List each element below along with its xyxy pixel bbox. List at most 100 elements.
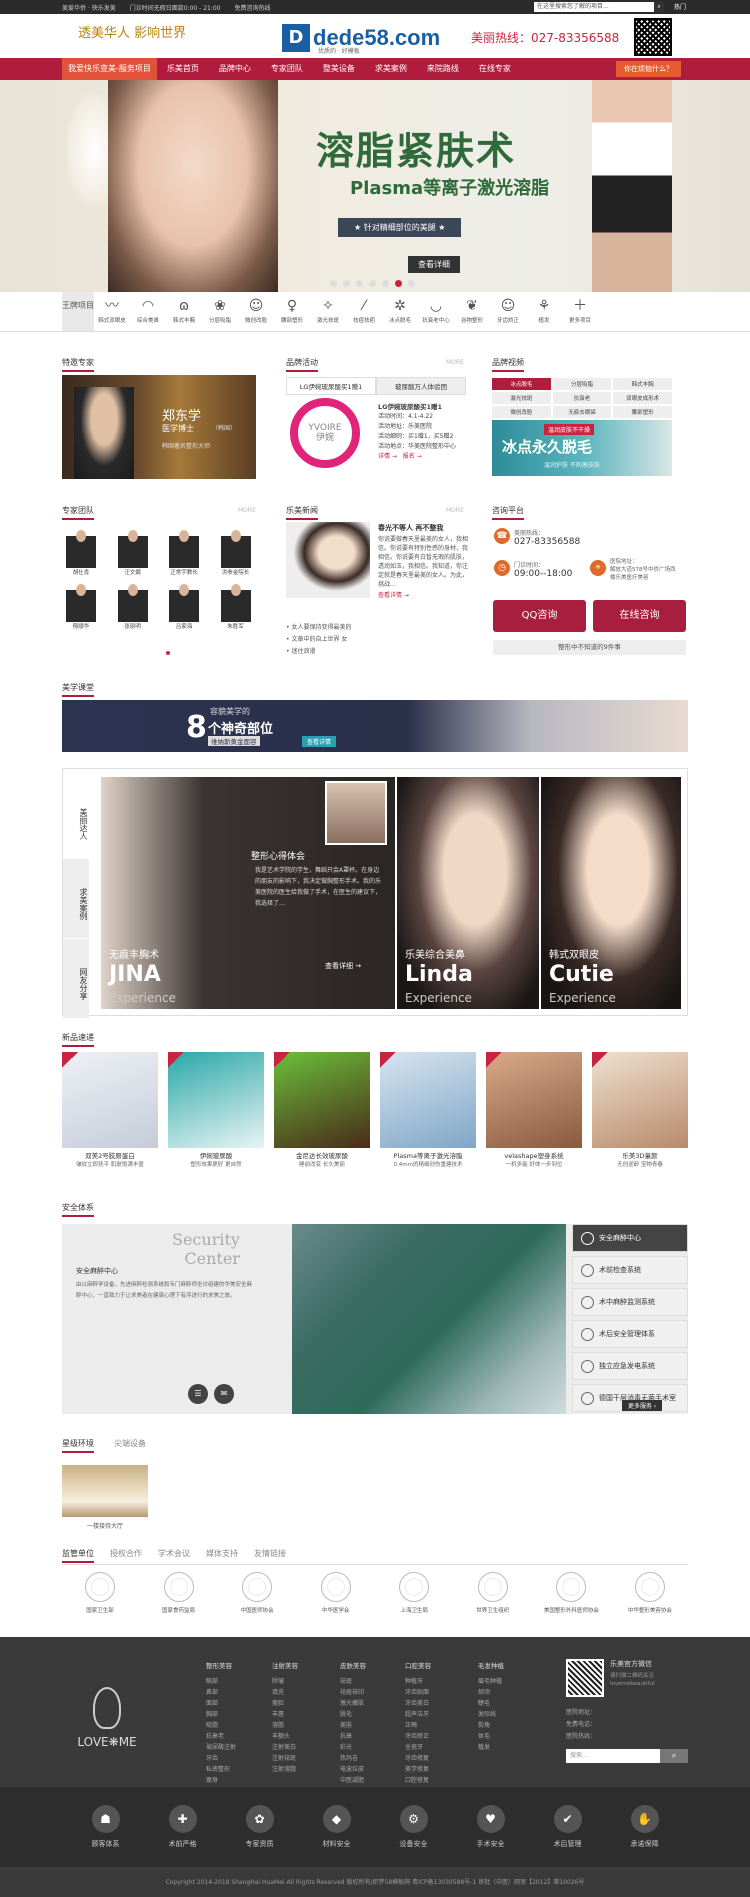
safety-item[interactable]: 术前检查系统 xyxy=(572,1256,688,1284)
banner-detail-button[interactable]: 查看详细 xyxy=(408,256,460,273)
category-item[interactable]: 〰韩式双眼皮 xyxy=(94,292,130,331)
footer-link[interactable]: 填充 xyxy=(272,1687,298,1698)
carousel-dot[interactable] xyxy=(343,280,350,287)
footer-link[interactable]: 丰唇 xyxy=(272,1709,298,1720)
category-item[interactable]: ☺ 微创改脸 xyxy=(238,292,274,331)
env-photo[interactable] xyxy=(62,1465,148,1517)
product-card[interactable]: 乐美3D童颜 无创逆龄 宝物青春 xyxy=(592,1052,688,1168)
hot-link[interactable]: 热门 xyxy=(674,2,686,11)
safety-item[interactable]: 术后安全管理体系 xyxy=(572,1320,688,1348)
list-icon[interactable]: ☰ xyxy=(188,1384,208,1404)
team-member[interactable]: 汪文娟 xyxy=(117,528,148,576)
search-icon[interactable]: ⌕ xyxy=(654,2,664,12)
nav-online-expert[interactable]: 在线专家 xyxy=(469,58,521,80)
video-tab[interactable]: 分层吸脂 xyxy=(552,378,612,390)
team-member[interactable]: 吕家海 xyxy=(169,582,199,630)
footer-link[interactable]: 注射祛斑 xyxy=(272,1753,298,1764)
carousel-dot[interactable] xyxy=(408,280,415,287)
nav-services[interactable]: 我爱快乐变美-服务项目 xyxy=(62,58,157,80)
video-tab[interactable]: 韩式丰胸 xyxy=(613,378,672,390)
story-panel-linda[interactable]: 乐美综合美鼻 Linda Experience xyxy=(397,777,539,1009)
ask-button[interactable]: 你在烦恼什么？ xyxy=(616,61,681,77)
footer-link[interactable]: 美学修复 xyxy=(405,1764,431,1775)
video-tab[interactable]: 冰点脱毛 xyxy=(492,378,551,390)
footer-link[interactable]: 祛痘祛印 xyxy=(340,1687,366,1698)
product-card[interactable]: 伊婉玻尿酸 塑形效果更好 更自然 xyxy=(168,1052,264,1168)
category-item[interactable]: ✧ 激光祛斑 xyxy=(310,292,346,331)
category-item[interactable]: ❦ 谷物整形 xyxy=(454,292,490,331)
nav-cases[interactable]: 求美案例 xyxy=(365,58,417,80)
partner-item[interactable]: 中国医师协会 xyxy=(219,1572,295,1614)
partner-item[interactable]: 国家卫生部 xyxy=(62,1572,138,1614)
footer-link[interactable]: 电波拉皮 xyxy=(340,1764,366,1775)
chat-icon[interactable]: ✉ xyxy=(214,1384,234,1404)
footer-link[interactable]: 瘦脸 xyxy=(272,1698,298,1709)
footer-link[interactable]: 私密整形 xyxy=(206,1764,236,1775)
site-logo[interactable]: D dede58.com 优质的 · 好模板 xyxy=(282,24,440,55)
guarantee-item[interactable]: ✔ 术后管理 xyxy=(546,1805,590,1867)
safety-item[interactable]: 术中麻醉监测系统 xyxy=(572,1288,688,1316)
top-link-3[interactable]: 免费咨询热线 xyxy=(234,3,270,12)
category-item[interactable]: ⚘ 植发 xyxy=(526,292,562,331)
footer-link[interactable]: 植发 xyxy=(478,1742,504,1753)
nav-experts[interactable]: 专家团队 xyxy=(261,58,313,80)
team-member[interactable]: 张丽明 xyxy=(117,582,148,630)
category-item[interactable]: ＋ 更多项目 xyxy=(562,292,598,331)
news-item[interactable]: • 文章中的自上世界 女 xyxy=(286,634,466,646)
footer-link[interactable]: 发际线 xyxy=(478,1709,504,1720)
footer-link[interactable]: 注射溶脂 xyxy=(272,1764,298,1775)
category-item[interactable]: ♀ 腰部塑形 xyxy=(274,292,310,331)
tab-beauty-stars[interactable]: 美丽达人 xyxy=(63,779,89,859)
footer-link[interactable]: 牙齿美白 xyxy=(405,1698,431,1709)
video-tab[interactable]: 双眼皮成形术 xyxy=(613,392,672,404)
footer-link[interactable]: 脱毛 xyxy=(340,1709,366,1720)
footer-link[interactable]: 溶脂 xyxy=(272,1720,298,1731)
partner-tab[interactable]: 监管单位 xyxy=(62,1548,94,1563)
footer-link[interactable]: 牙齿 xyxy=(206,1753,236,1764)
footer-link[interactable]: 鼻部 xyxy=(206,1687,236,1698)
partner-tab[interactable]: 媒体支持 xyxy=(206,1548,238,1563)
safety-item[interactable]: 安全麻醉中心 xyxy=(572,1224,688,1252)
news-item[interactable]: • 女人要保持变得最美的 xyxy=(286,622,466,634)
product-card[interactable]: 金尼达长效玻尿酸 睡前改变 长久美丽 xyxy=(274,1052,370,1168)
guarantee-item[interactable]: ◆ 材料安全 xyxy=(315,1805,359,1867)
category-item[interactable]: ◡ 抗衰老中心 xyxy=(418,292,454,331)
team-member[interactable]: 郁顺华 xyxy=(66,582,96,630)
footer-link[interactable]: 除皱 xyxy=(272,1676,298,1687)
footer-link[interactable]: 玻尿酸注射 xyxy=(206,1742,236,1753)
story-panel-cutie[interactable]: 韩式双眼皮 Cutie Experience xyxy=(541,777,681,1009)
category-item[interactable]: ✲ 冰点脱毛 xyxy=(382,292,418,331)
footer-logo[interactable]: LOVE❋ME xyxy=(72,1687,142,1757)
promo-banner[interactable]: 容貌美学的 8 个神奇部位 维纳斯黄金面容 查看详情 xyxy=(62,700,688,752)
news-headline[interactable]: 春光不等人 再不整我 xyxy=(378,524,470,533)
footer-link[interactable]: 面部 xyxy=(206,1698,236,1709)
partner-tab[interactable]: 学术会议 xyxy=(158,1548,190,1563)
team-member[interactable]: 朱胜军 xyxy=(220,582,251,630)
team-member[interactable]: 正常宇教长 xyxy=(169,528,199,576)
video-tab[interactable]: 抗衰老 xyxy=(552,392,612,404)
footer-search-input[interactable]: 搜索... xyxy=(566,1749,660,1763)
footer-link[interactable]: 超声洁牙 xyxy=(405,1709,431,1720)
footer-link[interactable]: 口腔修复 xyxy=(405,1775,431,1786)
partner-item[interactable]: 世界卫生组织 xyxy=(455,1572,531,1614)
footer-link[interactable]: 彩光 xyxy=(340,1742,366,1753)
team-page-dot[interactable] xyxy=(166,651,170,655)
category-item[interactable]: ❀ 分层吸脂 xyxy=(202,292,238,331)
video-tab[interactable]: 腰部塑形 xyxy=(613,406,672,418)
footer-link[interactable]: 鬓角 xyxy=(478,1720,504,1731)
footer-link[interactable]: 热玛吉 xyxy=(340,1753,366,1764)
product-card[interactable]: 双美2号胶原蛋白 皱纹立即抚平 肌肤饱满丰盈 xyxy=(62,1052,158,1168)
hero-banner[interactable]: 溶脂紧肤术 Plasma等离子激光溶脂 ★ 针对精细部位的美腿 ★ 查看详细 xyxy=(0,80,750,292)
partner-item[interactable]: 国家食药监局 xyxy=(141,1572,217,1614)
news-image[interactable] xyxy=(286,522,370,598)
footer-link[interactable]: 牙齿贴面 xyxy=(405,1687,431,1698)
carousel-dot[interactable] xyxy=(330,280,337,287)
news-more[interactable]: 查看详情 → xyxy=(378,591,470,600)
product-card[interactable]: velashape塑身系统 一机多能 好体一步到位 xyxy=(486,1052,582,1168)
team-member[interactable]: 洪参金院长 xyxy=(220,528,251,576)
partner-tab[interactable]: 友情链接 xyxy=(254,1548,286,1563)
video-thumbnail[interactable]: 温润皮肤不干燥 冰点永久脱毛 温润护肤 不刺激皮肤 xyxy=(492,420,672,476)
guarantee-item[interactable]: ☗ 顾客体系 xyxy=(84,1805,128,1867)
tab-cases[interactable]: 求美案例 xyxy=(63,859,89,939)
tab-activity-2[interactable]: 玻尿酸万人体验团 xyxy=(376,377,466,395)
